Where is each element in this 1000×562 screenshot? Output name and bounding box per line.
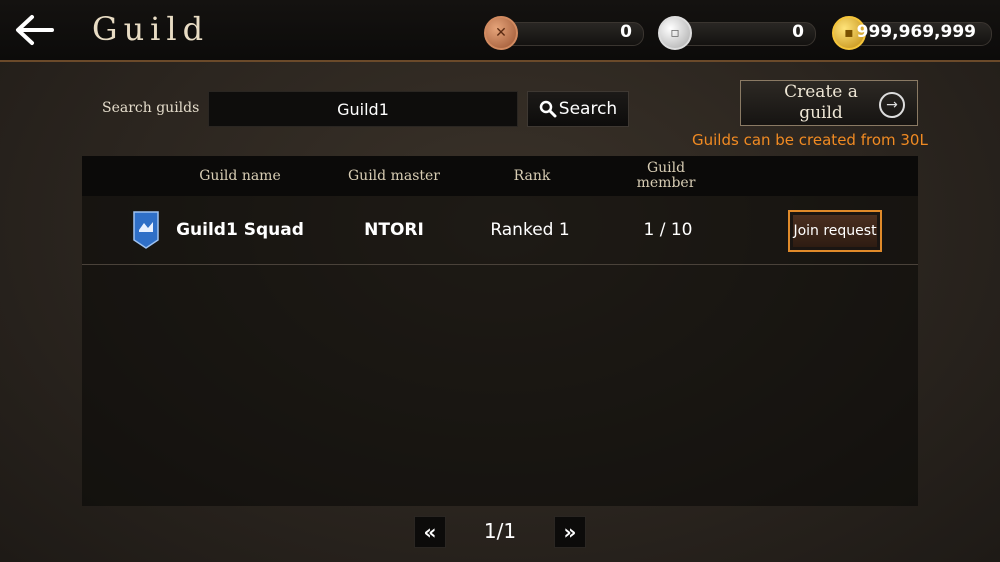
gold-currency: ▪ 999,969,999	[832, 16, 992, 50]
member-count-cell: 1 / 10	[643, 220, 693, 240]
join-request-label: Join request	[793, 215, 877, 247]
create-guild-note: Guilds can be created from 30L	[692, 131, 928, 149]
bronze-currency: ✕ 0	[484, 16, 644, 50]
silver-coin-icon: ▫	[658, 16, 692, 50]
gold-value: 999,969,999	[856, 22, 976, 42]
guild-master-cell: NTORI	[364, 220, 424, 240]
double-chevron-right-icon: »	[563, 520, 577, 544]
guild-name-cell: Guild1 Squad	[176, 220, 304, 240]
silver-currency: ▫ 0	[658, 16, 816, 50]
table-header: Guild name Guild master Rank Guild membe…	[82, 156, 918, 196]
arrow-right-circle-icon: →	[879, 92, 905, 118]
back-arrow-icon[interactable]	[12, 12, 56, 48]
next-page-button[interactable]: »	[554, 516, 586, 548]
top-bar: Guild ✕ 0 ▫ 0 ▪ 999,969,999	[0, 0, 1000, 62]
page-indicator: 1/1	[483, 519, 517, 543]
prev-page-button[interactable]: «	[414, 516, 446, 548]
search-label: Search guilds	[102, 100, 200, 116]
header-guild-member: Guild member	[636, 160, 696, 191]
header-rank: Rank	[513, 167, 551, 184]
join-request-button[interactable]: Join request	[788, 210, 882, 252]
create-guild-label: Create a guild	[784, 82, 858, 123]
search-button-label: Search	[558, 99, 618, 119]
table-row[interactable]: Guild1 Squad NTORI Ranked 1 1 / 10 Join …	[82, 196, 918, 265]
guild-table: Guild name Guild master Rank Guild membe…	[82, 156, 918, 506]
header-guild-master: Guild master	[348, 167, 440, 184]
search-button[interactable]: Search	[527, 91, 629, 127]
search-input[interactable]	[208, 91, 518, 127]
magnifier-icon	[539, 100, 557, 118]
silver-value: 0	[792, 22, 804, 42]
double-chevron-left-icon: «	[423, 520, 437, 544]
bronze-value: 0	[620, 22, 632, 42]
create-guild-button[interactable]: Create a guild →	[740, 80, 918, 126]
bronze-coin-icon: ✕	[484, 16, 518, 50]
page-title: Guild	[92, 10, 210, 48]
blue-shield-emblem-icon	[133, 211, 159, 249]
header-guild-name: Guild name	[199, 167, 281, 184]
rank-cell: Ranked 1	[490, 220, 570, 240]
